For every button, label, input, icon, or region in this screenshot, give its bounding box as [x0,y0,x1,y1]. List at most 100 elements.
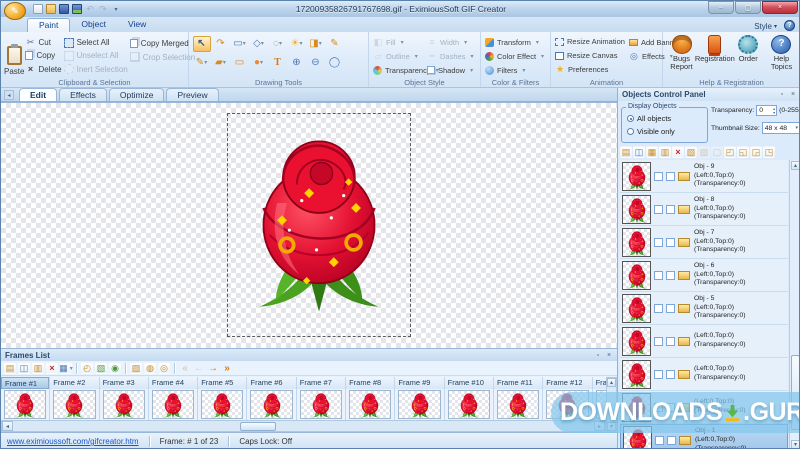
object-row[interactable]: Obj - 5 (Left:0,Top:0) (Transparency:0) [620,292,788,325]
radio-all-objects[interactable]: All objects [627,114,707,123]
export-object-icon[interactable]: ▥ [659,146,671,158]
spin-down-icon[interactable]: ▾ [773,110,775,115]
save-all-icon[interactable] [72,4,82,14]
object-checkbox[interactable] [654,336,663,346]
object-checkbox[interactable] [654,237,663,247]
close-icon[interactable]: × [789,91,797,98]
new-object-icon[interactable]: ▤ [620,146,632,158]
inert-selection-button[interactable]: Inert Selection [63,63,129,76]
previous-frame-icon[interactable]: ← [193,362,205,374]
marker-tool[interactable]: ▰ [212,55,230,71]
export-frame-icon[interactable]: ▥ [32,362,44,374]
frame-thumbnail[interactable] [250,390,293,419]
object-row[interactable]: Obj - 6 (Left:0,Top:0) (Transparency:0) [620,259,788,292]
tab-view[interactable]: View [117,18,157,32]
object-edit-icon[interactable] [678,171,690,181]
frame-thumbnail[interactable] [53,390,96,419]
preferences-button[interactable]: ★ Preferences [554,62,626,76]
object-checkbox[interactable] [654,303,663,313]
object-checkbox[interactable] [666,336,675,346]
capture-frame-icon[interactable]: ◉ [109,362,121,374]
rect-select-tool[interactable]: ▭ [231,36,249,52]
frame-item[interactable]: Frame #9 [395,377,445,420]
import-frame-icon[interactable]: ▧ [95,362,107,374]
scroll-up-icon[interactable]: ▴ [791,161,799,170]
close-icon[interactable]: × [605,352,613,359]
tab-preview[interactable]: Preview [166,88,219,101]
object-checkbox[interactable] [654,204,663,214]
save-file-icon[interactable] [59,4,69,14]
scrollbar-thumb[interactable] [240,422,276,431]
frame-object-icon[interactable]: ▢ [711,146,723,158]
object-edit-icon[interactable] [678,369,690,379]
zoom-out-tool[interactable]: ⊖ [307,55,325,71]
zoom-in-tool[interactable]: ⊕ [288,55,306,71]
object-thumbnail[interactable] [622,359,651,389]
tab-paint[interactable]: Paint [27,18,71,32]
thumbnail-size-select[interactable]: 48 x 48 ▾ [761,122,799,134]
help-icon[interactable]: ? [784,20,795,31]
frame-item[interactable]: Frame #10 [444,377,494,420]
frame-thumbnail[interactable] [349,390,392,419]
object-checkbox[interactable] [666,369,675,379]
object-row[interactable]: (Left:0,Top:0) (Transparency:0) [620,358,788,391]
duplicate-frame-icon[interactable]: ◫ [18,362,30,374]
frame-properties-icon[interactable]: ▦ [59,362,72,374]
fill-button[interactable]: ◧ Fill [372,35,426,49]
rename-object-icon[interactable]: ▧ [685,146,697,158]
effects-frame-icon[interactable]: ◎ [158,362,170,374]
object-thumbnail[interactable] [622,194,651,224]
tab-effects[interactable]: Effects [59,88,107,101]
redo-icon[interactable]: ↷ [98,4,108,14]
frame-item[interactable]: Frame #2 [50,377,100,420]
magic-wand-tool[interactable]: ☀ [288,36,306,52]
resize-canvas-button[interactable]: Resize Canvas [554,49,626,63]
object-checkbox[interactable] [654,369,663,379]
frame-item[interactable]: Frame #1 [1,377,51,420]
scroll-up-icon[interactable]: ▴ [607,378,616,387]
color-effect-button[interactable]: Color Effect [484,49,547,63]
polygon-select-tool[interactable]: ◇ [250,36,268,52]
object-edit-icon[interactable] [678,237,690,247]
object-row[interactable]: Obj - 8 (Left:0,Top:0) (Transparency:0) [620,193,788,226]
frame-item[interactable]: Frame #5 [198,377,248,420]
frame-item[interactable]: Frame #11 [493,377,544,420]
scroll-left-icon[interactable]: ◂ [2,421,13,431]
tab-object[interactable]: Object [70,18,117,32]
selection-rectangle[interactable] [227,113,411,337]
paste-button[interactable]: Paste [4,34,24,76]
object-checkbox[interactable] [666,270,675,280]
frame-thumbnail[interactable] [496,390,540,419]
pin-icon[interactable]: ▫ [778,91,786,98]
object-checkbox[interactable] [654,270,663,280]
balloon-tool[interactable]: ● [250,55,268,71]
object-edit-icon[interactable] [678,204,690,214]
resize-animation-button[interactable]: Resize Animation [554,35,626,49]
outline-button[interactable]: ▱ Outline [372,49,426,63]
merge-object-icon[interactable]: ▨ [698,146,710,158]
radio-icon[interactable] [627,115,634,122]
object-thumbnail[interactable] [622,260,651,290]
website-link[interactable]: www.eximioussoft.com/gifcreator.htm [7,437,139,446]
transform-button[interactable]: Transform [484,35,547,49]
object-row[interactable]: Obj - 7 (Left:0,Top:0) (Transparency:0) [620,226,788,259]
frame-thumbnail[interactable] [447,390,490,419]
object-checkbox[interactable] [655,436,664,445]
send-backward-icon[interactable]: ◲ [750,146,762,158]
add-frame-icon[interactable]: ▤ [4,362,16,374]
shadow-button[interactable]: Shadow [426,63,476,77]
quick-access-menu-icon[interactable]: ▾ [111,4,121,14]
unselect-all-button[interactable]: Unselect All [63,49,129,62]
import-image-icon[interactable]: ▦ [646,146,658,158]
frames-horizontal-scrollbar[interactable]: ◂ ▸ [1,420,606,432]
next-frame-icon[interactable]: → [207,362,219,374]
freehand-select-tool[interactable]: ◌ [269,36,287,52]
frame-item[interactable]: Frame #4 [148,377,199,420]
tab-edit[interactable]: Edit [19,88,58,101]
radio-icon[interactable] [627,128,634,135]
object-row[interactable]: (Left:0,Top:0) (Transparency:0) [620,325,788,358]
object-checkbox[interactable] [666,237,675,247]
radio-visible-only[interactable]: Visible only [627,127,707,136]
magic-pen-tool[interactable]: ✎ [326,36,344,52]
transparency-button[interactable]: Transparency [372,63,431,77]
